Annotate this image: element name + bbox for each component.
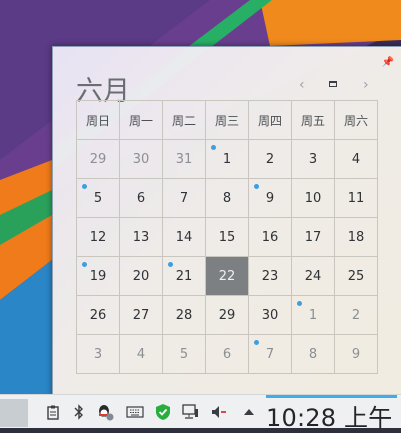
day-cell[interactable]: 25 (335, 257, 378, 296)
event-dot (168, 262, 173, 267)
taskbar: 10:28 上午 (0, 394, 401, 432)
weekday-header-mon: 周一 (120, 101, 163, 140)
day-cell[interactable]: 27 (120, 296, 163, 335)
day-cell[interactable]: 19 (77, 257, 120, 296)
bluetooth-icon[interactable] (70, 403, 88, 421)
day-cell[interactable]: 5 (163, 335, 206, 374)
day-cell[interactable]: 3 (77, 335, 120, 374)
clipboard-icon[interactable] (44, 403, 62, 421)
tray-expand-icon[interactable] (240, 403, 258, 421)
day-cell[interactable]: 1 (206, 140, 249, 179)
day-cell[interactable]: 2 (335, 296, 378, 335)
day-cell[interactable]: 31 (163, 140, 206, 179)
day-cell[interactable]: 9 (249, 179, 292, 218)
volume-muted-icon[interactable] (210, 403, 228, 421)
day-cell[interactable]: 28 (163, 296, 206, 335)
day-number: 5 (93, 190, 103, 206)
weekday-header-thu: 周四 (249, 101, 292, 140)
day-cell[interactable]: 10 (292, 179, 335, 218)
day-cell[interactable]: 20 (120, 257, 163, 296)
day-cell[interactable]: 14 (163, 218, 206, 257)
pin-icon[interactable]: 📌 (382, 57, 394, 68)
previous-month-button[interactable]: ‹ (299, 77, 305, 93)
day-cell[interactable]: 9 (335, 335, 378, 374)
weekday-header-sun: 周日 (77, 101, 120, 140)
day-number: 7 (265, 346, 275, 362)
day-number: 1 (308, 307, 318, 323)
event-dot (254, 184, 259, 189)
day-cell[interactable]: 4 (335, 140, 378, 179)
day-cell[interactable]: 26 (77, 296, 120, 335)
taskbar-task-button[interactable] (0, 399, 28, 427)
event-dot (211, 145, 216, 150)
digital-clock[interactable]: 10:28 上午 (266, 398, 392, 433)
today-cell[interactable]: 22 (206, 257, 249, 296)
day-cell[interactable]: 13 (120, 218, 163, 257)
network-icon[interactable] (181, 403, 199, 421)
day-cell[interactable]: 3 (292, 140, 335, 179)
weekday-header-tue: 周二 (163, 101, 206, 140)
day-cell[interactable]: 29 (77, 140, 120, 179)
calendar-popup: 六月 ‹ › 📌 周日 周一 周二 周三 周四 周五 周六 29 30 31 1… (52, 46, 401, 396)
keyboard-icon[interactable] (126, 403, 144, 421)
day-cell[interactable]: 24 (292, 257, 335, 296)
day-cell[interactable]: 21 (163, 257, 206, 296)
day-cell[interactable]: 6 (120, 179, 163, 218)
day-cell[interactable]: 11 (335, 179, 378, 218)
weekday-header-sat: 周六 (335, 101, 378, 140)
day-cell[interactable]: 12 (77, 218, 120, 257)
day-cell[interactable]: 1 (292, 296, 335, 335)
qq-icon[interactable] (96, 403, 114, 421)
weekday-header-wed: 周三 (206, 101, 249, 140)
day-number: 21 (175, 268, 193, 284)
day-cell[interactable]: 4 (120, 335, 163, 374)
day-cell[interactable]: 17 (292, 218, 335, 257)
shield-check-icon[interactable] (154, 403, 172, 421)
day-cell[interactable]: 5 (77, 179, 120, 218)
today-icon[interactable] (329, 81, 337, 87)
day-cell[interactable]: 16 (249, 218, 292, 257)
event-dot (254, 340, 259, 345)
day-cell[interactable]: 23 (249, 257, 292, 296)
day-cell[interactable]: 8 (292, 335, 335, 374)
day-cell[interactable]: 6 (206, 335, 249, 374)
day-number: 19 (89, 268, 107, 284)
day-cell[interactable]: 8 (206, 179, 249, 218)
event-dot (82, 184, 87, 189)
weekday-header-fri: 周五 (292, 101, 335, 140)
day-cell[interactable]: 30 (120, 140, 163, 179)
day-cell[interactable]: 2 (249, 140, 292, 179)
day-number: 9 (265, 190, 275, 206)
day-number: 1 (222, 151, 232, 167)
day-cell[interactable]: 30 (249, 296, 292, 335)
event-dot (82, 262, 87, 267)
calendar-grid: 周日 周一 周二 周三 周四 周五 周六 29 30 31 1 2 3 4 5 … (76, 100, 378, 374)
day-cell[interactable]: 7 (249, 335, 292, 374)
day-cell[interactable]: 18 (335, 218, 378, 257)
event-dot (297, 301, 302, 306)
day-cell[interactable]: 7 (163, 179, 206, 218)
day-cell[interactable]: 29 (206, 296, 249, 335)
next-month-button[interactable]: › (363, 77, 369, 93)
day-cell[interactable]: 15 (206, 218, 249, 257)
